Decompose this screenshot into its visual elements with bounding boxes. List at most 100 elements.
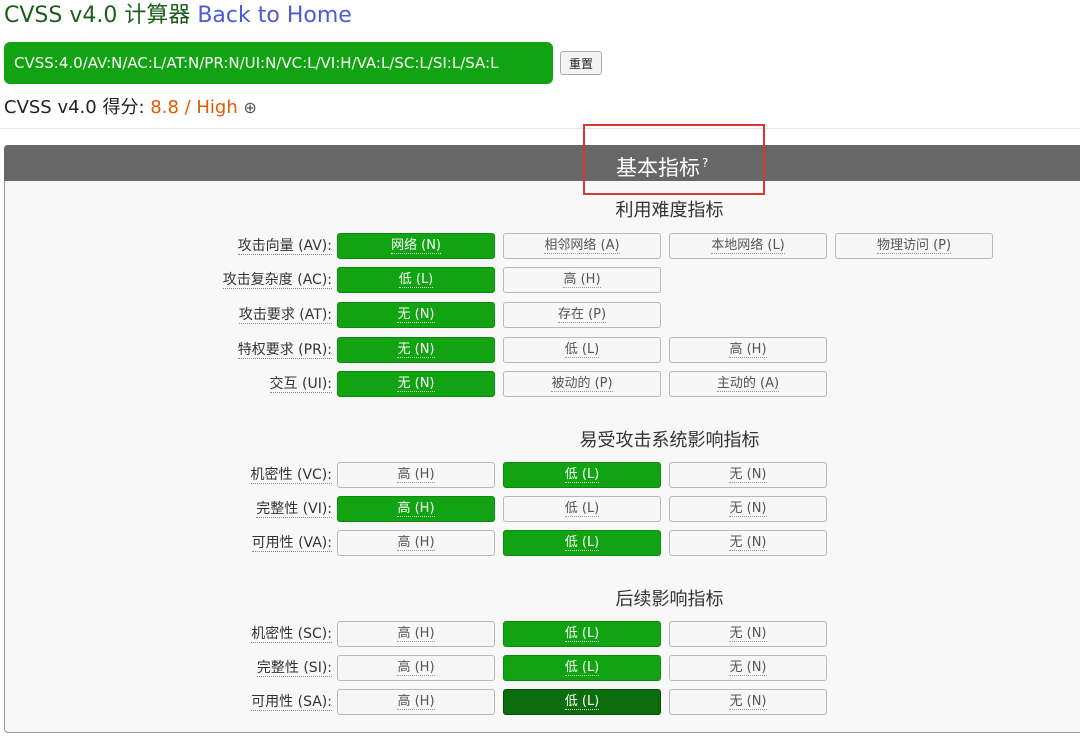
option-sa-low[interactable]: 低 (L) — [503, 689, 661, 715]
option-av-local[interactable]: 本地网络 (L) — [669, 233, 827, 259]
metric-label-vc: 机密性 (VC): — [250, 462, 332, 488]
option-pr-high[interactable]: 高 (H) — [669, 337, 827, 363]
metric-label-ac: 攻击复杂度 (AC): — [222, 267, 332, 293]
option-va-low[interactable]: 低 (L) — [503, 530, 661, 556]
score-label: CVSS v4.0 得分: — [4, 97, 145, 118]
option-si-none[interactable]: 无 (N) — [669, 655, 827, 681]
option-vc-none-text: 无 (N) — [729, 467, 767, 483]
option-va-low-text: 低 (L) — [564, 535, 600, 551]
option-si-high-text: 高 (H) — [397, 660, 435, 676]
option-at-present-text: 存在 (P) — [557, 307, 607, 323]
highlight-box — [583, 124, 765, 195]
option-av-physical[interactable]: 物理访问 (P) — [835, 233, 993, 259]
score-row: CVSS v4.0 得分: 8.8 / High ⊕ — [4, 95, 257, 121]
expand-details-icon[interactable]: ⊕ — [244, 98, 257, 117]
option-av-network[interactable]: 网络 (N) — [337, 233, 495, 259]
metric-label-sc: 机密性 (SC): — [251, 621, 332, 647]
section-title-subsequent: 后续影响指标 — [615, 589, 724, 610]
option-sc-none-text: 无 (N) — [729, 626, 767, 642]
option-va-none[interactable]: 无 (N) — [669, 530, 827, 556]
metric-label-vc-text: 机密性 (VC): — [250, 467, 332, 484]
metric-label-at-text: 攻击要求 (AT): — [238, 307, 332, 324]
score-value: 8.8 / High — [150, 97, 238, 118]
option-si-high[interactable]: 高 (H) — [337, 655, 495, 681]
metric-label-vi-text: 完整性 (VI): — [256, 501, 332, 518]
metric-label-ac-text: 攻击复杂度 (AC): — [222, 272, 332, 289]
metric-label-ui: 交互 (UI): — [269, 371, 332, 397]
option-sa-low-text: 低 (L) — [564, 694, 600, 710]
option-av-adjacent-text: 相邻网络 (A) — [544, 238, 620, 254]
option-at-none-text: 无 (N) — [397, 307, 435, 323]
metric-label-va: 可用性 (VA): — [251, 530, 332, 556]
section-title-vulnerable: 易受攻击系统影响指标 — [579, 430, 760, 451]
option-ui-none[interactable]: 无 (N) — [337, 371, 495, 397]
option-ac-low-text: 低 (L) — [398, 272, 434, 288]
option-ac-high[interactable]: 高 (H) — [503, 267, 661, 293]
option-ui-active[interactable]: 主动的 (A) — [669, 371, 827, 397]
option-pr-none-text: 无 (N) — [397, 342, 435, 358]
option-vc-high[interactable]: 高 (H) — [337, 462, 495, 488]
option-vi-none-text: 无 (N) — [729, 501, 767, 517]
option-sa-none-text: 无 (N) — [729, 694, 767, 710]
metric-label-sa: 可用性 (SA): — [251, 689, 332, 715]
option-pr-none[interactable]: 无 (N) — [337, 337, 495, 363]
option-sc-high[interactable]: 高 (H) — [337, 621, 495, 647]
option-av-network-text: 网络 (N) — [390, 238, 441, 254]
option-av-physical-text: 物理访问 (P) — [876, 238, 952, 254]
metric-label-sa-text: 可用性 (SA): — [251, 694, 332, 711]
metric-label-si-text: 完整性 (SI): — [256, 660, 332, 677]
metric-label-vi: 完整性 (VI): — [256, 496, 332, 522]
option-vi-low[interactable]: 低 (L) — [503, 496, 661, 522]
option-pr-high-text: 高 (H) — [729, 342, 767, 358]
app-title: CVSS v4.0 计算器 — [4, 3, 191, 28]
option-sa-none[interactable]: 无 (N) — [669, 689, 827, 715]
vector-row: CVSS:4.0/AV:N/AC:L/AT:N/PR:N/UI:N/VC:L/V… — [4, 42, 602, 84]
option-at-none[interactable]: 无 (N) — [337, 302, 495, 328]
option-va-high-text: 高 (H) — [397, 535, 435, 551]
back-to-home-link[interactable]: Back to Home — [197, 3, 351, 28]
option-sa-high-text: 高 (H) — [397, 694, 435, 710]
option-ac-high-text: 高 (H) — [563, 272, 601, 288]
metric-label-ui-text: 交互 (UI): — [269, 376, 332, 393]
option-av-adjacent[interactable]: 相邻网络 (A) — [503, 233, 661, 259]
option-at-present[interactable]: 存在 (P) — [503, 302, 661, 328]
panel-header — [4, 145, 1080, 181]
option-ac-low[interactable]: 低 (L) — [337, 267, 495, 293]
option-vc-low[interactable]: 低 (L) — [503, 462, 661, 488]
option-pr-low-text: 低 (L) — [564, 342, 600, 358]
metric-label-va-text: 可用性 (VA): — [251, 535, 332, 552]
divider — [0, 128, 1080, 129]
option-vc-high-text: 高 (H) — [397, 467, 435, 483]
option-vc-none[interactable]: 无 (N) — [669, 462, 827, 488]
metric-label-pr-text: 特权要求 (PR): — [237, 342, 332, 359]
option-vi-none[interactable]: 无 (N) — [669, 496, 827, 522]
option-av-local-text: 本地网络 (L) — [711, 238, 785, 254]
option-va-high[interactable]: 高 (H) — [337, 530, 495, 556]
option-vi-low-text: 低 (L) — [564, 501, 600, 517]
option-vi-high[interactable]: 高 (H) — [337, 496, 495, 522]
option-si-low[interactable]: 低 (L) — [503, 655, 661, 681]
option-si-none-text: 无 (N) — [729, 660, 767, 676]
section-title-exploitability: 利用难度指标 — [615, 200, 724, 221]
metric-label-pr: 特权要求 (PR): — [237, 337, 332, 363]
option-pr-low[interactable]: 低 (L) — [503, 337, 661, 363]
option-sc-none[interactable]: 无 (N) — [669, 621, 827, 647]
option-sc-low[interactable]: 低 (L) — [503, 621, 661, 647]
option-vc-low-text: 低 (L) — [564, 467, 600, 483]
page-title: CVSS v4.0 计算器 Back to Home — [4, 2, 352, 30]
vector-string[interactable]: CVSS:4.0/AV:N/AC:L/AT:N/PR:N/UI:N/VC:L/V… — [4, 42, 553, 84]
option-si-low-text: 低 (L) — [564, 660, 600, 676]
reset-button[interactable]: 重置 — [560, 51, 602, 75]
option-sa-high[interactable]: 高 (H) — [337, 689, 495, 715]
metric-label-sc-text: 机密性 (SC): — [251, 626, 332, 643]
metric-label-at: 攻击要求 (AT): — [238, 302, 332, 328]
metric-label-si: 完整性 (SI): — [256, 655, 332, 681]
option-vi-high-text: 高 (H) — [397, 501, 435, 517]
option-ui-none-text: 无 (N) — [397, 376, 435, 392]
option-va-none-text: 无 (N) — [729, 535, 767, 551]
option-ui-passive-text: 被动的 (P) — [551, 376, 613, 392]
option-ui-passive[interactable]: 被动的 (P) — [503, 371, 661, 397]
option-sc-low-text: 低 (L) — [564, 626, 600, 642]
metric-label-av: 攻击向量 (AV): — [237, 233, 332, 259]
option-sc-high-text: 高 (H) — [397, 626, 435, 642]
